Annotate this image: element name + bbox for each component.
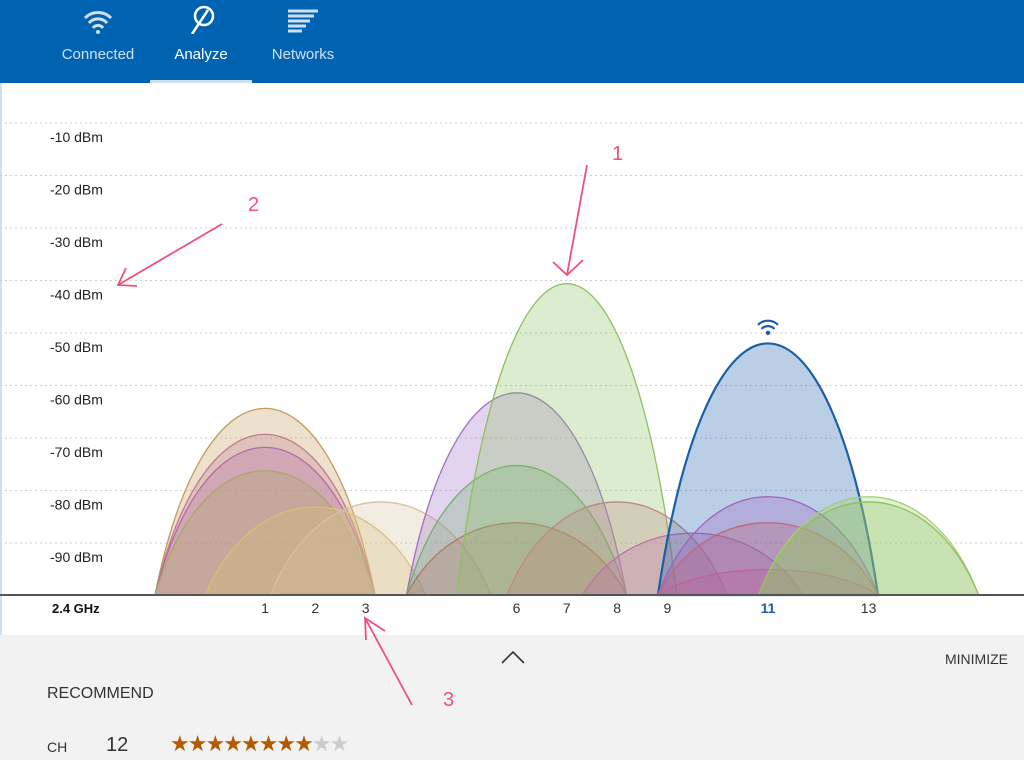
y-tick-label: -70 dBm xyxy=(50,444,103,460)
rating-stars: ★★★★★★★★★★ xyxy=(170,731,350,757)
star-icon: ★ xyxy=(276,731,296,756)
wifi-icon xyxy=(83,11,113,34)
star-icon: ★ xyxy=(205,731,225,756)
x-tick-label: 1 xyxy=(261,600,269,616)
x-tick-label: 11 xyxy=(761,600,776,616)
x-tick-label: 13 xyxy=(861,600,877,616)
star-icon: ★ xyxy=(311,731,332,756)
star-icon: ★ xyxy=(294,731,314,756)
band-label: 2.4 GHz xyxy=(52,601,100,616)
chevron-up-icon[interactable] xyxy=(500,649,526,665)
x-tick-label: 3 xyxy=(362,600,370,616)
top-nav: Connected Analyze Networks xyxy=(0,0,1024,83)
channel-graph: -10 dBm -20 dBm -30 dBm -40 dBm -50 dBm -60 d… xyxy=(0,122,1024,616)
star-icon: ★ xyxy=(240,731,261,756)
x-tick-label: 7 xyxy=(563,600,571,616)
star-icon: ★ xyxy=(329,731,350,756)
tab-label: Analyze xyxy=(174,46,228,63)
tab-connected[interactable]: Connected xyxy=(47,0,149,83)
recommended-channel: 12 xyxy=(106,734,129,756)
y-tick-label: -80 dBm xyxy=(50,497,103,513)
y-tick-label: -50 dBm xyxy=(50,339,103,355)
star-icon: ★ xyxy=(258,731,279,756)
y-tick-label: -10 dBm xyxy=(50,129,103,145)
x-tick-label: 9 xyxy=(664,600,672,616)
y-tick-label: -30 dBm xyxy=(50,234,103,250)
channel-label: CH xyxy=(47,739,68,755)
tab-analyze[interactable]: Analyze xyxy=(150,0,252,83)
recommend-heading: RECOMMEND xyxy=(47,685,154,702)
y-tick-label: -60 dBm xyxy=(50,392,103,408)
tab-label: Networks xyxy=(271,46,335,63)
tab-label: Connected xyxy=(61,46,135,63)
star-icon: ★ xyxy=(170,731,190,756)
x-tick-label: 8 xyxy=(613,600,621,616)
star-icon: ★ xyxy=(223,731,243,756)
recommend-panel: MINIMIZE RECOMMEND CH 12 ★★★★★★★★★★ xyxy=(0,635,1024,760)
minimize-button[interactable]: MINIMIZE xyxy=(945,651,1008,667)
x-tick-label: 6 xyxy=(513,600,521,616)
y-tick-label: -20 dBm xyxy=(50,182,103,198)
analyze-icon xyxy=(190,5,215,34)
tab-networks[interactable]: Networks xyxy=(252,0,354,83)
networks-list-icon xyxy=(288,9,318,33)
y-tick-label: -90 dBm xyxy=(50,549,103,565)
star-icon: ★ xyxy=(187,731,208,756)
y-tick-label: -40 dBm xyxy=(50,287,103,303)
x-tick-label: 2 xyxy=(311,600,319,616)
